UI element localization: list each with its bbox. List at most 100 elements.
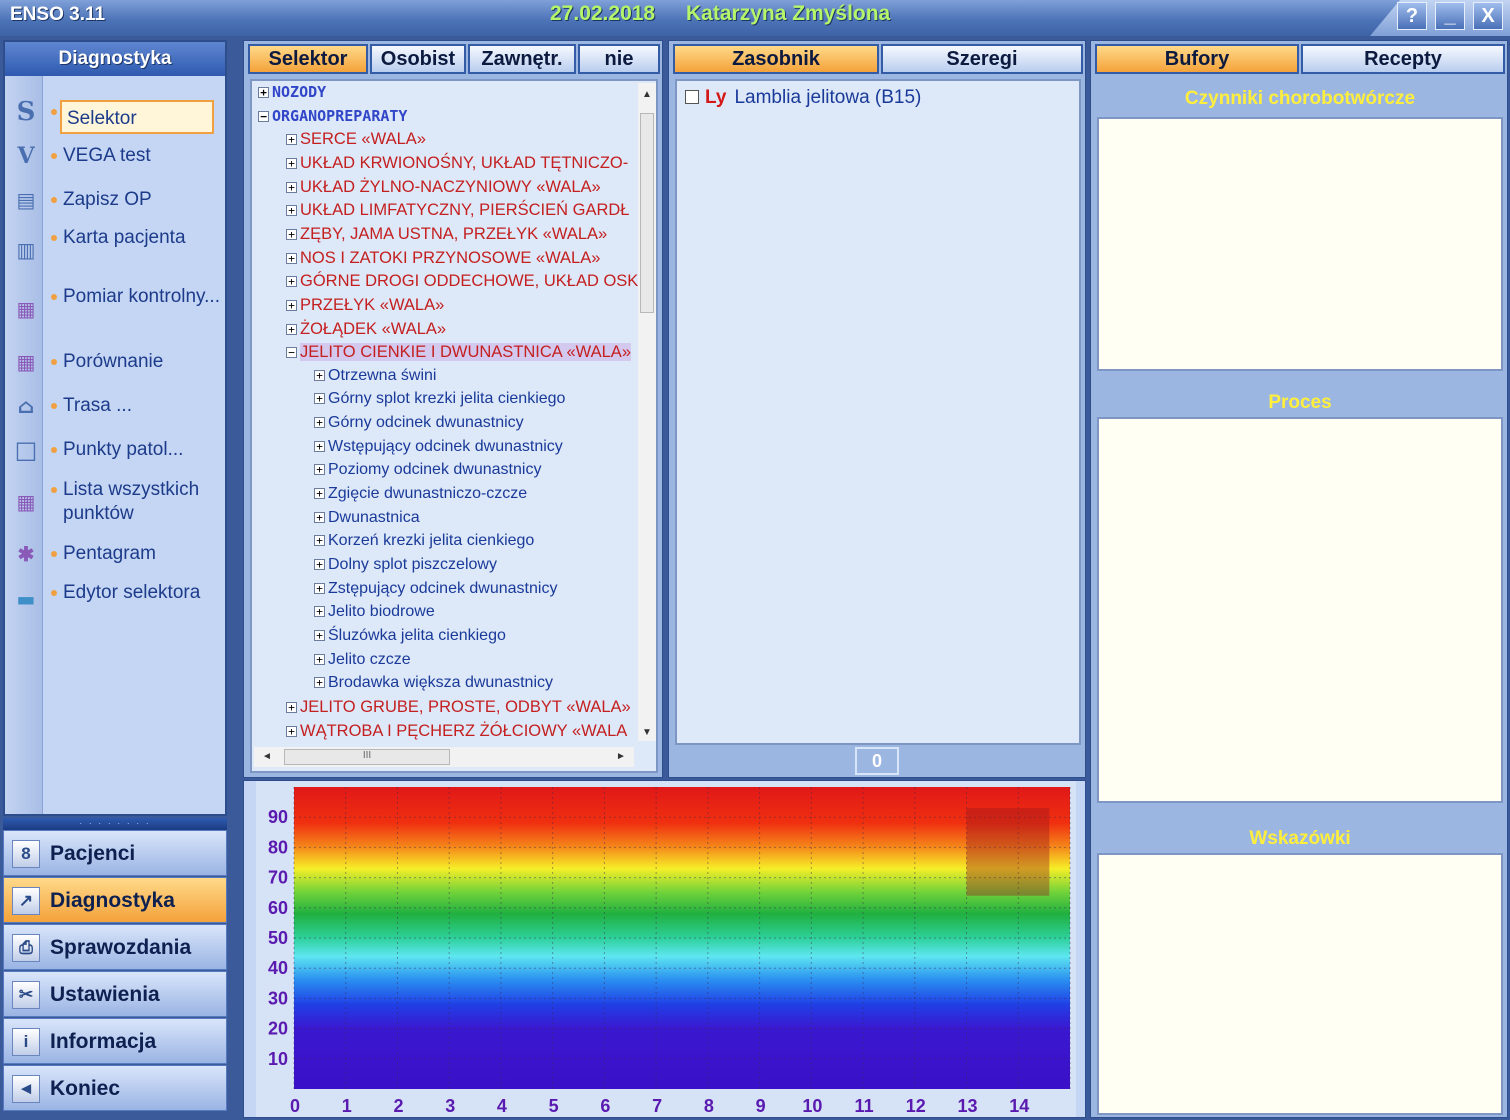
tree-node[interactable]: + ZĘBY, JAMA USTNA, PRZEŁYK «WALA» [286, 223, 607, 245]
tab-zasobnik[interactable]: Zasobnik [673, 44, 879, 74]
sidebar-splitter[interactable]: · · · · · · · · [3, 818, 227, 830]
collapse-icon[interactable]: − [258, 110, 269, 122]
process-box[interactable] [1097, 417, 1503, 803]
tree-leaf[interactable]: + Wstępujący odcinek dwunastnicy [314, 436, 563, 458]
expand-icon[interactable]: + [314, 653, 325, 665]
tree-leaf[interactable]: + Zgięcie dwunastniczo-czcze [314, 483, 527, 505]
tree-node[interactable]: + JELITO GRUBE, PROSTE, ODBYT «WALA» [286, 696, 631, 718]
module-button-sprawozdania[interactable]: ⎙ Sprawozdania [3, 924, 227, 970]
sidebar-item-label: Porównanie [63, 351, 164, 372]
help-icon[interactable]: ? [1397, 2, 1427, 30]
tree-leaf[interactable]: + Poziomy odcinek dwunastnicy [314, 459, 541, 481]
scroll-thumb[interactable] [640, 113, 654, 313]
tree-node[interactable]: − ORGANOPREPARATY [258, 105, 407, 127]
tree-leaf[interactable]: + Korzeń krezki jelita cienkiego [314, 530, 534, 552]
expand-icon[interactable]: + [286, 157, 297, 169]
expand-icon[interactable]: + [314, 677, 325, 689]
tab-szeregi[interactable]: Szeregi [881, 44, 1083, 74]
close-icon[interactable]: X [1473, 2, 1503, 30]
tree-node[interactable]: − JELITO CIENKIE I DWUNASTNICA «WALA» [286, 341, 631, 363]
tree-leaf[interactable]: + Zstępujący odcinek dwunastnicy [314, 578, 557, 600]
expand-icon[interactable]: + [314, 440, 325, 452]
tree-leaf[interactable]: + Brodawka większa dwunastnicy [314, 672, 553, 694]
expand-icon[interactable]: + [286, 134, 297, 146]
save-op-icon: ▤ [16, 188, 36, 212]
y-tick-label: 90 [268, 807, 288, 827]
sidebar-item-label: Punkty patol... [63, 439, 184, 460]
expand-icon[interactable]: + [286, 299, 297, 311]
list-item[interactable]: Ly Lamblia jelitowa (B15) [685, 87, 921, 109]
expand-icon[interactable]: + [286, 252, 297, 264]
expand-icon[interactable]: + [286, 701, 297, 713]
item-checkbox[interactable] [685, 90, 699, 104]
tree-node[interactable]: + SERCE «WALA» [286, 128, 426, 150]
tab-bufory[interactable]: Bufory [1095, 44, 1299, 74]
tree-leaf[interactable]: + Jelito biodrowe [314, 601, 435, 623]
bullet [51, 197, 57, 203]
tree-node[interactable]: + WĄTROBA I PĘCHERZ ŻÓŁCIOWY «WALA [286, 720, 627, 742]
sidebar-item-label: Zapisz OP [63, 189, 152, 210]
module-button-ustawienia[interactable]: ✂ Ustawienia [3, 971, 227, 1017]
tab-nie[interactable]: nie [578, 44, 660, 74]
expand-icon[interactable]: + [286, 205, 297, 217]
tree-node-label: Jelito biodrowe [328, 603, 435, 621]
tree-horizontal-scrollbar[interactable]: ◄ III ► [254, 747, 634, 767]
scroll-right-icon[interactable]: ► [616, 751, 626, 762]
tab-recepty[interactable]: Recepty [1301, 44, 1505, 74]
module-button-pacjenci[interactable]: 8 Pacjenci [3, 830, 227, 876]
storage-list: Ly Lamblia jelitowa (B15) [675, 79, 1081, 745]
tab-selektor[interactable]: Selektor [248, 44, 368, 74]
tree-leaf[interactable]: + Górny splot krezki jelita cienkiego [314, 388, 565, 410]
tree-node-label: Korzeń krezki jelita cienkiego [328, 532, 535, 550]
tree-leaf[interactable]: + Dolny splot piszczelowy [314, 554, 497, 576]
expand-icon[interactable]: + [286, 323, 297, 335]
expand-icon[interactable]: + [286, 725, 297, 737]
expand-icon[interactable]: + [286, 228, 297, 240]
tab-zawnetr[interactable]: Zawnętr. [468, 44, 576, 74]
module-button-koniec[interactable]: ◄ Koniec [3, 1065, 227, 1111]
minimize-icon[interactable]: _ [1435, 2, 1465, 30]
expand-icon[interactable]: + [258, 87, 269, 98]
tab-osobist[interactable]: Osobist [370, 44, 466, 74]
tree-node[interactable]: + NOS I ZATOKI PRZYNOSOWE «WALA» [286, 247, 600, 269]
tree-node[interactable]: + ŻOŁĄDEK «WALA» [286, 318, 446, 340]
expand-icon[interactable]: + [314, 369, 325, 381]
expand-icon[interactable]: + [314, 464, 325, 476]
expand-icon[interactable]: + [314, 511, 325, 523]
tree-leaf[interactable]: + Jelito czcze [314, 649, 411, 671]
expand-icon[interactable]: + [314, 582, 325, 594]
expand-icon[interactable]: + [314, 606, 325, 618]
hints-box[interactable] [1097, 853, 1503, 1115]
scroll-left-icon[interactable]: ◄ [262, 751, 272, 762]
tree-node[interactable]: + UKŁAD KRWIONOŚNY, UKŁAD TĘTNICZO- [286, 152, 628, 174]
tree-node[interactable]: + UKŁAD ŻYLNO-NACZYNIOWY «WALA» [286, 176, 601, 198]
expand-icon[interactable]: + [314, 488, 325, 500]
expand-icon[interactable]: + [314, 629, 325, 641]
tree-vertical-scrollbar[interactable]: ▲ ▼ [638, 83, 656, 741]
scroll-thumb[interactable]: III [284, 749, 450, 765]
expand-icon[interactable]: + [314, 559, 325, 570]
tree-node[interactable]: + GÓRNE DROGI ODDECHOWE, UKŁAD OSK [286, 270, 638, 292]
module-button-informacja[interactable]: i Informacja [3, 1018, 227, 1064]
tree-leaf[interactable]: + Śluzówka jelita cienkiego [314, 625, 506, 647]
expand-icon[interactable]: + [314, 535, 325, 547]
module-label: Sprawozdania [50, 936, 192, 959]
expand-icon[interactable]: + [286, 276, 297, 288]
expand-icon[interactable]: + [286, 181, 297, 193]
tree-leaf[interactable]: + Otrzewna świni [314, 365, 436, 387]
expand-icon[interactable]: + [314, 393, 325, 405]
tree-node-label: Jelito czcze [328, 650, 411, 668]
tree-node-label: Śluzówka jelita cienkiego [328, 626, 506, 644]
module-button-diagnostyka[interactable]: ↗ Diagnostyka [3, 877, 227, 923]
tree-leaf[interactable]: + Dwunastnica [314, 507, 420, 529]
tree-node[interactable]: + PRZEŁYK «WALA» [286, 294, 444, 316]
scroll-up-icon[interactable]: ▲ [642, 89, 652, 100]
scroll-down-icon[interactable]: ▼ [642, 727, 652, 738]
pathogens-box[interactable] [1097, 117, 1503, 371]
collapse-icon[interactable]: − [286, 347, 297, 359]
expand-icon[interactable]: + [314, 417, 325, 429]
tree-leaf[interactable]: + Górny odcinek dwunastnicy [314, 412, 524, 434]
tree-node[interactable]: + UKŁAD LIMFATYCZNY, PIERŚCIEŃ GARDŁ [286, 199, 629, 221]
x-tick-label: 6 [600, 1096, 610, 1116]
tree-node[interactable]: + NOZODY [258, 81, 326, 103]
